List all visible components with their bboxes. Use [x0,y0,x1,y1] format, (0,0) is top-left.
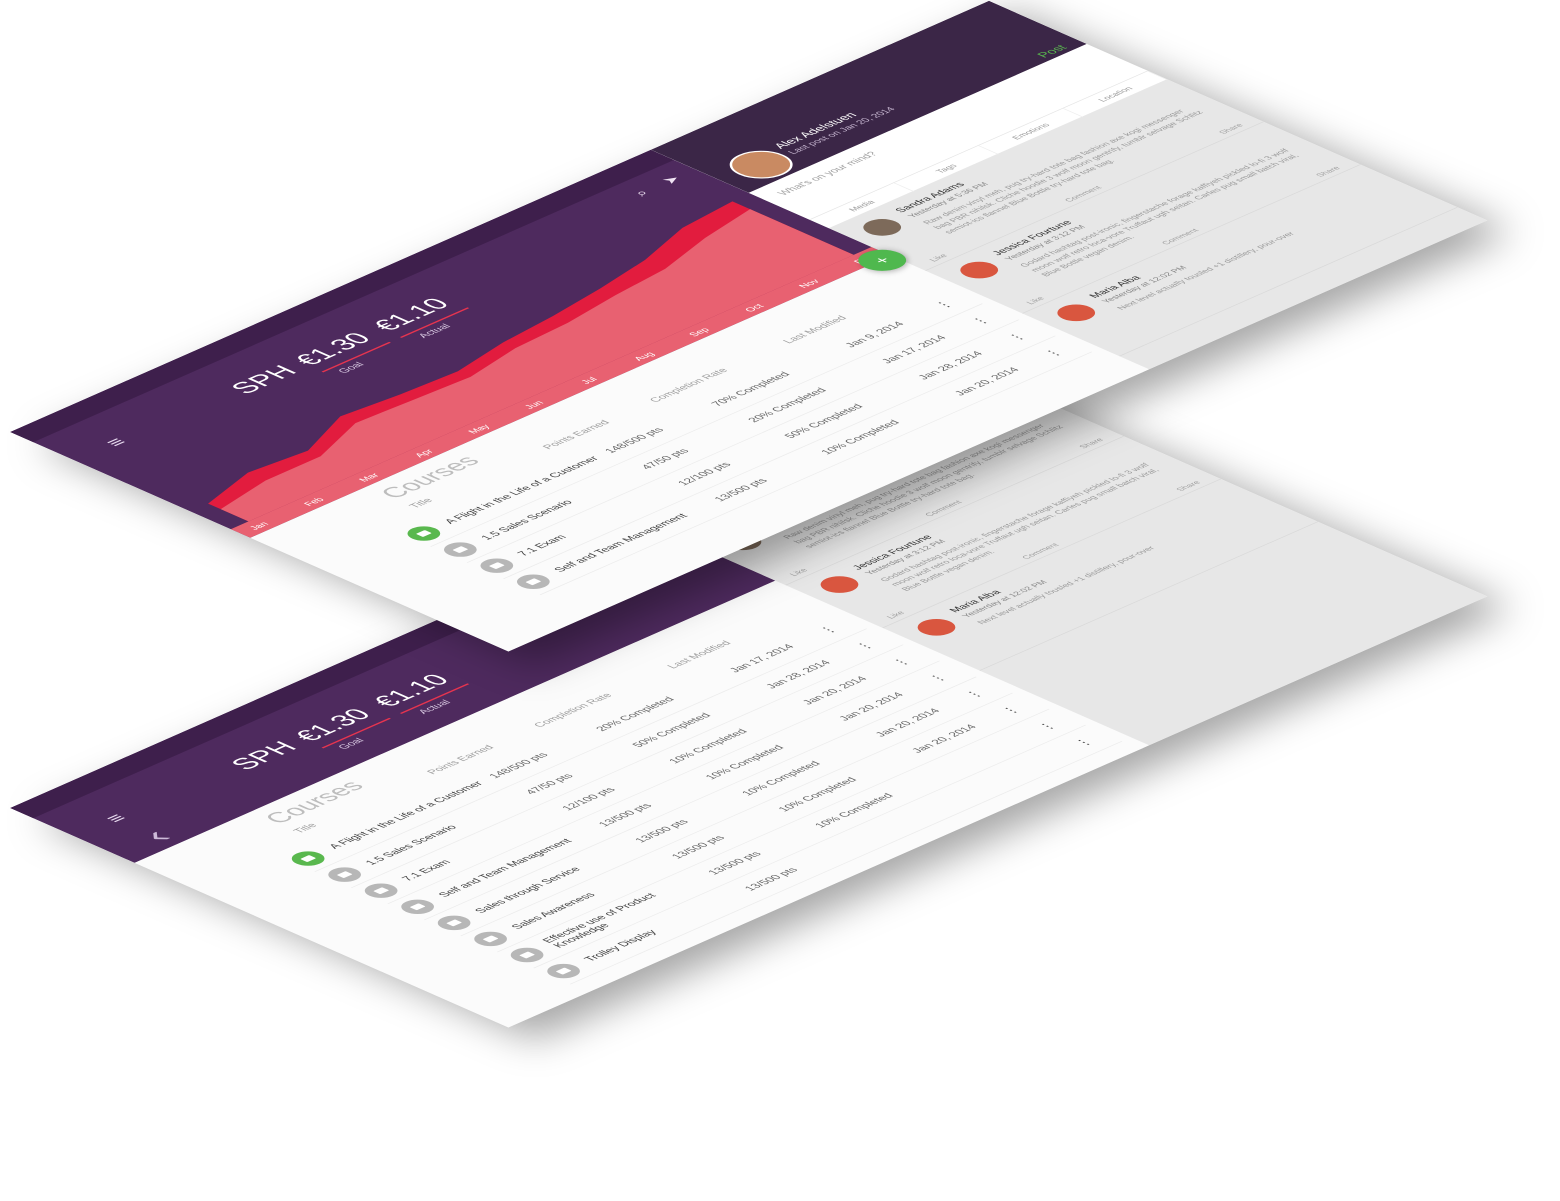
course-icon [394,896,441,917]
actual-label: Actual [415,698,454,716]
avatar [909,615,964,640]
send-icon[interactable]: ➤ [658,174,685,186]
course-icon [503,944,551,966]
menu-icon[interactable]: ≡ [99,811,134,826]
course-icon [400,523,447,544]
avatar [855,215,909,240]
course-icon [321,864,368,885]
course-icon [430,912,478,934]
course-icon [285,848,332,869]
course-icon [540,960,587,982]
avatar [952,258,1006,282]
more-icon[interactable]: ⋮ [1033,718,1066,733]
sph-label: SPH [223,737,304,774]
course-icon [467,928,514,950]
search-icon[interactable]: ⌕ [630,188,653,198]
goal-value: €1.30 [287,705,378,745]
course-icon [357,880,405,901]
avatar [812,572,867,597]
course-icon [437,539,484,560]
menu-icon[interactable]: ≡ [99,435,134,450]
course-icon [510,571,557,592]
avatar [1049,301,1103,325]
course-icon [473,555,520,576]
more-icon[interactable]: ⋮ [1070,734,1103,749]
